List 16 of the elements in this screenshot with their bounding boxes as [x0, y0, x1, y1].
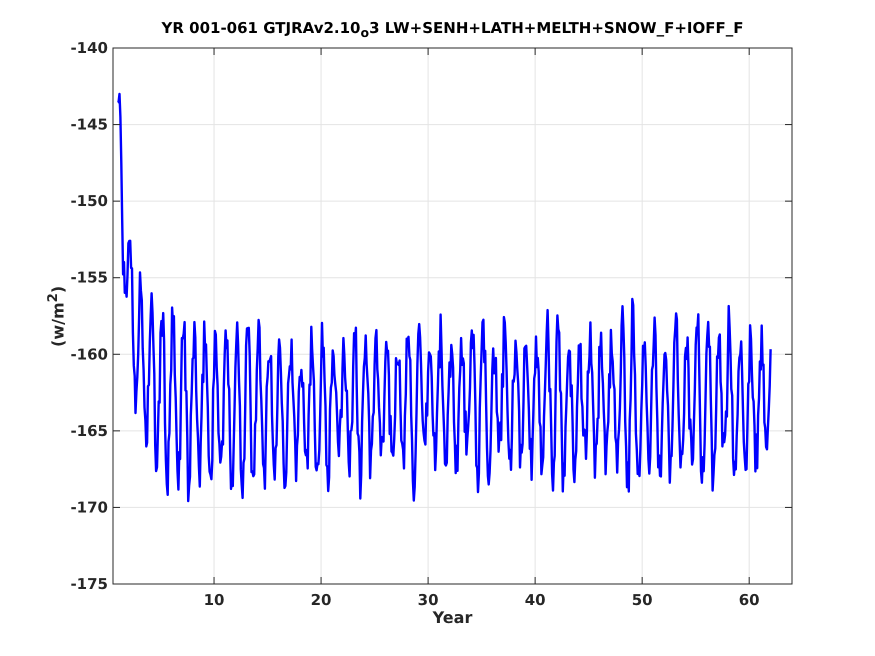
x-axis-label: Year: [432, 608, 472, 627]
y-tick-label: -165: [70, 422, 108, 440]
y-tick-label: -160: [70, 345, 108, 364]
y-tick-label: -150: [70, 192, 108, 210]
chart-title: YR 001-061 GTJRAv2.10$_{o}$3 LW+SENH+LATH+MELTH+SNOW_F+IOFF_F: [160, 18, 744, 40]
x-tick-label: 20: [310, 591, 332, 608]
y-tick-label: -170: [70, 498, 108, 516]
y-tick-label: -140: [70, 40, 108, 57]
x-tick-label: 50: [632, 591, 653, 608]
y-tick-label: -155: [70, 268, 108, 287]
x-tick-label: 30: [418, 591, 439, 608]
x-tick-label: 60: [738, 591, 760, 608]
x-tick-label: 10: [204, 591, 224, 608]
y-tick-label: -145: [70, 116, 108, 134]
x-tick-label: 40: [524, 591, 546, 608]
y-tick-label: -175: [70, 575, 108, 593]
